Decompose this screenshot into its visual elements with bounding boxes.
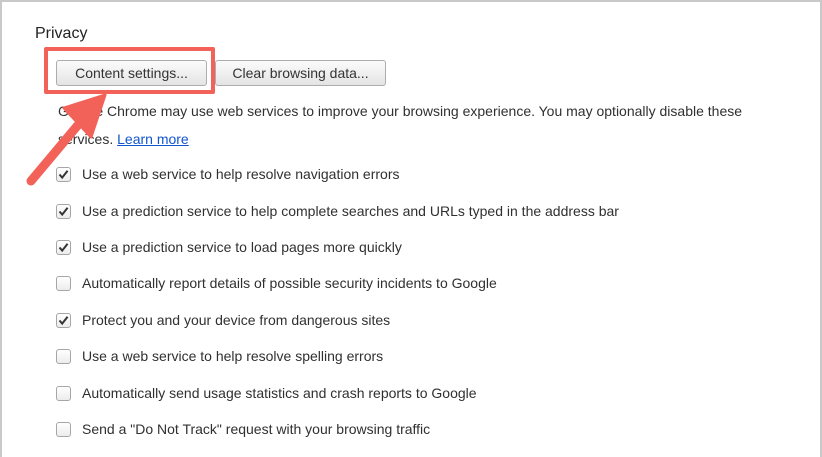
checkbox-navigation-errors[interactable] bbox=[56, 166, 71, 182]
checkbox-do-not-track[interactable] bbox=[56, 421, 71, 437]
option-page-prediction: Use a prediction service to load pages m… bbox=[56, 237, 402, 257]
option-label: Automatically send usage statistics and … bbox=[82, 385, 477, 401]
checkbox-spelling-errors[interactable] bbox=[56, 348, 71, 364]
checkbox-usage-statistics[interactable] bbox=[56, 385, 71, 401]
option-do-not-track: Send a "Do Not Track" request with your … bbox=[56, 419, 430, 439]
section-title-privacy: Privacy bbox=[35, 25, 88, 42]
checkbox-page-prediction[interactable] bbox=[56, 239, 71, 255]
checkmark-icon bbox=[58, 206, 69, 216]
option-label: Use a web service to help resolve naviga… bbox=[82, 166, 400, 182]
clear-browsing-data-button[interactable]: Clear browsing data... bbox=[215, 60, 386, 86]
checkmark-icon bbox=[58, 242, 69, 252]
option-usage-statistics: Automatically send usage statistics and … bbox=[56, 383, 477, 403]
privacy-description: Google Chrome may use web services to im… bbox=[58, 97, 800, 153]
annotation-highlight-box bbox=[44, 47, 215, 94]
checkbox-dangerous-sites[interactable] bbox=[56, 312, 71, 328]
checkmark-icon bbox=[58, 315, 69, 325]
checkmark-icon bbox=[58, 169, 69, 179]
option-label: Use a web service to help resolve spelli… bbox=[82, 348, 384, 364]
option-label: Send a "Do Not Track" request with your … bbox=[82, 421, 431, 437]
option-search-prediction: Use a prediction service to help complet… bbox=[56, 201, 619, 221]
option-spelling-errors: Use a web service to help resolve spelli… bbox=[56, 346, 383, 366]
checkbox-security-incidents[interactable] bbox=[56, 275, 71, 291]
option-label: Use a prediction service to help complet… bbox=[82, 203, 619, 219]
option-dangerous-sites: Protect you and your device from dangero… bbox=[56, 310, 390, 330]
option-security-incidents: Automatically report details of possible… bbox=[56, 273, 497, 293]
option-navigation-errors: Use a web service to help resolve naviga… bbox=[56, 164, 400, 184]
learn-more-link[interactable]: Learn more bbox=[117, 131, 189, 147]
checkbox-search-prediction[interactable] bbox=[56, 203, 71, 219]
option-label: Use a prediction service to load pages m… bbox=[82, 239, 402, 255]
option-label: Protect you and your device from dangero… bbox=[82, 312, 391, 328]
option-label: Automatically report details of possible… bbox=[82, 275, 497, 291]
